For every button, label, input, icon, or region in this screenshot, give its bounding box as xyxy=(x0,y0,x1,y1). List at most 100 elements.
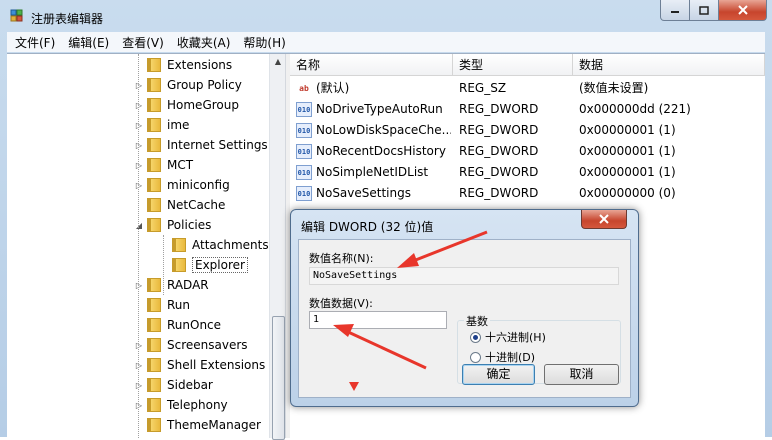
tree-item-attachments[interactable]: Attachments xyxy=(159,235,269,255)
radio-dec-button[interactable] xyxy=(470,351,481,363)
radio-dec[interactable]: 十进制(D) xyxy=(470,349,535,365)
tree-item-explorer[interactable]: Explorer xyxy=(159,255,248,275)
folder-icon xyxy=(147,98,161,112)
menu-view[interactable]: 查看(V) xyxy=(114,34,169,51)
folder-icon xyxy=(147,78,161,92)
tree-item-policies[interactable]: ◢ Policies xyxy=(134,215,211,235)
tree-item-label: Internet Settings xyxy=(167,138,268,152)
tree-item-run[interactable]: Run xyxy=(134,295,190,315)
tree-item-group-policy[interactable]: ▷ Group Policy xyxy=(134,75,242,95)
folder-icon xyxy=(147,278,161,292)
tree-item-label: NetCache xyxy=(167,198,226,212)
menu-help[interactable]: 帮助(H) xyxy=(235,34,290,51)
tree-item-netcache[interactable]: NetCache xyxy=(134,195,225,215)
expand-arrow-icon[interactable]: ▷ xyxy=(134,401,144,410)
folder-icon xyxy=(147,58,161,72)
value-row[interactable]: 010 NoSaveSettings REG_DWORD 0x00000000 (0) xyxy=(290,183,765,204)
radio-hex-button[interactable] xyxy=(470,331,481,343)
tree-item-label: RADAR xyxy=(167,278,209,292)
tree-item-homegroup[interactable]: ▷ HomeGroup xyxy=(134,95,239,115)
folder-icon xyxy=(147,298,161,312)
tree-item-sidebar[interactable]: ▷ Sidebar xyxy=(134,375,213,395)
tree-item-extensions[interactable]: Extensions xyxy=(134,55,232,75)
radio-hex[interactable]: 十六进制(H) xyxy=(470,329,546,345)
tree-item-mct[interactable]: ▷ MCT xyxy=(134,155,193,175)
expand-arrow-icon[interactable]: ▷ xyxy=(134,361,144,370)
maximize-icon xyxy=(699,5,709,15)
scroll-up-arrow-icon[interactable]: ▲ xyxy=(270,54,286,70)
folder-icon xyxy=(147,398,161,412)
value-row[interactable]: 010 NoSimpleNetIDList REG_DWORD 0x00000001 … xyxy=(290,162,765,183)
expand-arrow-icon[interactable]: ▷ xyxy=(134,181,144,190)
expand-arrow-icon[interactable]: ▷ xyxy=(134,381,144,390)
tree-item-radar[interactable]: ▷ RADAR xyxy=(134,275,209,295)
column-name[interactable]: 名称 xyxy=(290,54,453,76)
folder-icon xyxy=(147,178,161,192)
menu-favorites[interactable]: 收藏夹(A) xyxy=(169,34,236,51)
tree-item-label: Run xyxy=(167,298,191,312)
close-button[interactable] xyxy=(718,0,767,21)
tree-item-thememanager[interactable]: ThemeManager xyxy=(134,415,261,435)
value-data: 0x00000001 (1) xyxy=(579,144,676,158)
binary-value-icon: 010 xyxy=(296,165,312,180)
value-data-input[interactable]: 1 xyxy=(309,311,447,329)
expand-arrow-icon[interactable]: ▷ xyxy=(134,141,144,150)
value-name: NoRecentDocsHistory xyxy=(316,144,446,158)
tree-item-runonce[interactable]: RunOnce xyxy=(134,315,221,335)
value-row[interactable]: ab (默认) REG_SZ (数值未设置) xyxy=(290,78,765,99)
column-data[interactable]: 数据 xyxy=(573,54,765,76)
expand-arrow-icon[interactable]: ▷ xyxy=(134,101,144,110)
folder-icon xyxy=(172,238,186,252)
folder-icon xyxy=(147,318,161,332)
cancel-button[interactable]: 取消 xyxy=(544,364,619,385)
tree-item-ime[interactable]: ▷ ime xyxy=(134,115,189,135)
tree-item-label: ime xyxy=(167,118,190,132)
tree-item-label: Shell Extensions xyxy=(167,358,266,372)
tree-guide-line xyxy=(138,54,139,438)
binary-value-icon: 010 xyxy=(296,123,312,138)
menu-file[interactable]: 文件(F) xyxy=(7,34,60,51)
value-row[interactable]: 010 NoRecentDocsHistory REG_DWORD 0x0000000… xyxy=(290,141,765,162)
tree-item-label: Explorer xyxy=(192,257,248,273)
maximize-button[interactable] xyxy=(689,0,719,21)
expand-arrow-icon[interactable]: ▷ xyxy=(134,81,144,90)
column-type[interactable]: 类型 xyxy=(453,54,573,76)
string-value-icon: ab xyxy=(299,84,309,93)
binary-value-icon: 010 xyxy=(296,144,312,159)
expand-arrow-icon[interactable]: ▷ xyxy=(134,281,144,290)
dialog-close-button[interactable] xyxy=(581,210,627,229)
tree-item-label: MCT xyxy=(167,158,194,172)
tree-item-internet-settings[interactable]: ▷ Internet Settings xyxy=(134,135,268,155)
value-row[interactable]: 010 NoDriveTypeAutoRun REG_DWORD 0x000000dd… xyxy=(290,99,765,120)
value-row[interactable]: 010 NoLowDiskSpaceChe... REG_DWORD 0x000000… xyxy=(290,120,765,141)
scroll-thumb[interactable] xyxy=(272,316,285,440)
folder-icon xyxy=(147,138,161,152)
minimize-button[interactable] xyxy=(660,0,690,21)
radio-hex-label: 十六进制(H) xyxy=(485,331,546,344)
expand-arrow-icon[interactable]: ▷ xyxy=(134,121,144,130)
expanded-arrow-icon[interactable]: ◢ xyxy=(134,221,144,230)
folder-icon xyxy=(147,378,161,392)
value-data: 0x00000001 (1) xyxy=(579,123,676,137)
value-type: REG_DWORD xyxy=(459,123,539,137)
value-data: (数值未设置) xyxy=(579,81,649,95)
value-data: 0x00000001 (1) xyxy=(579,165,676,179)
expand-arrow-icon[interactable]: ▷ xyxy=(134,341,144,350)
folder-icon xyxy=(147,158,161,172)
tree-item-shell-extensions[interactable]: ▷ Shell Extensions xyxy=(134,355,265,375)
expand-arrow-icon[interactable]: ▷ xyxy=(134,161,144,170)
tree-guide-line xyxy=(163,235,164,295)
tree-item-screensavers[interactable]: ▷ Screensavers xyxy=(134,335,248,355)
folder-icon xyxy=(147,338,161,352)
value-name: NoLowDiskSpaceChe... xyxy=(316,123,451,137)
tree-scrollbar[interactable]: ▲ xyxy=(269,54,286,440)
tree-item-miniconfig[interactable]: ▷ miniconfig xyxy=(134,175,230,195)
tree-item-label: Sidebar xyxy=(167,378,213,392)
value-name-label: 数值名称(N): xyxy=(309,252,374,265)
value-type: REG_DWORD xyxy=(459,102,539,116)
ok-button[interactable]: 确定 xyxy=(462,364,535,385)
value-name-field: NoSaveSettings xyxy=(309,267,619,285)
menu-edit[interactable]: 编辑(E) xyxy=(60,34,114,51)
tree-item-telephony[interactable]: ▷ Telephony xyxy=(134,395,228,415)
value-name: NoDriveTypeAutoRun xyxy=(316,102,443,116)
